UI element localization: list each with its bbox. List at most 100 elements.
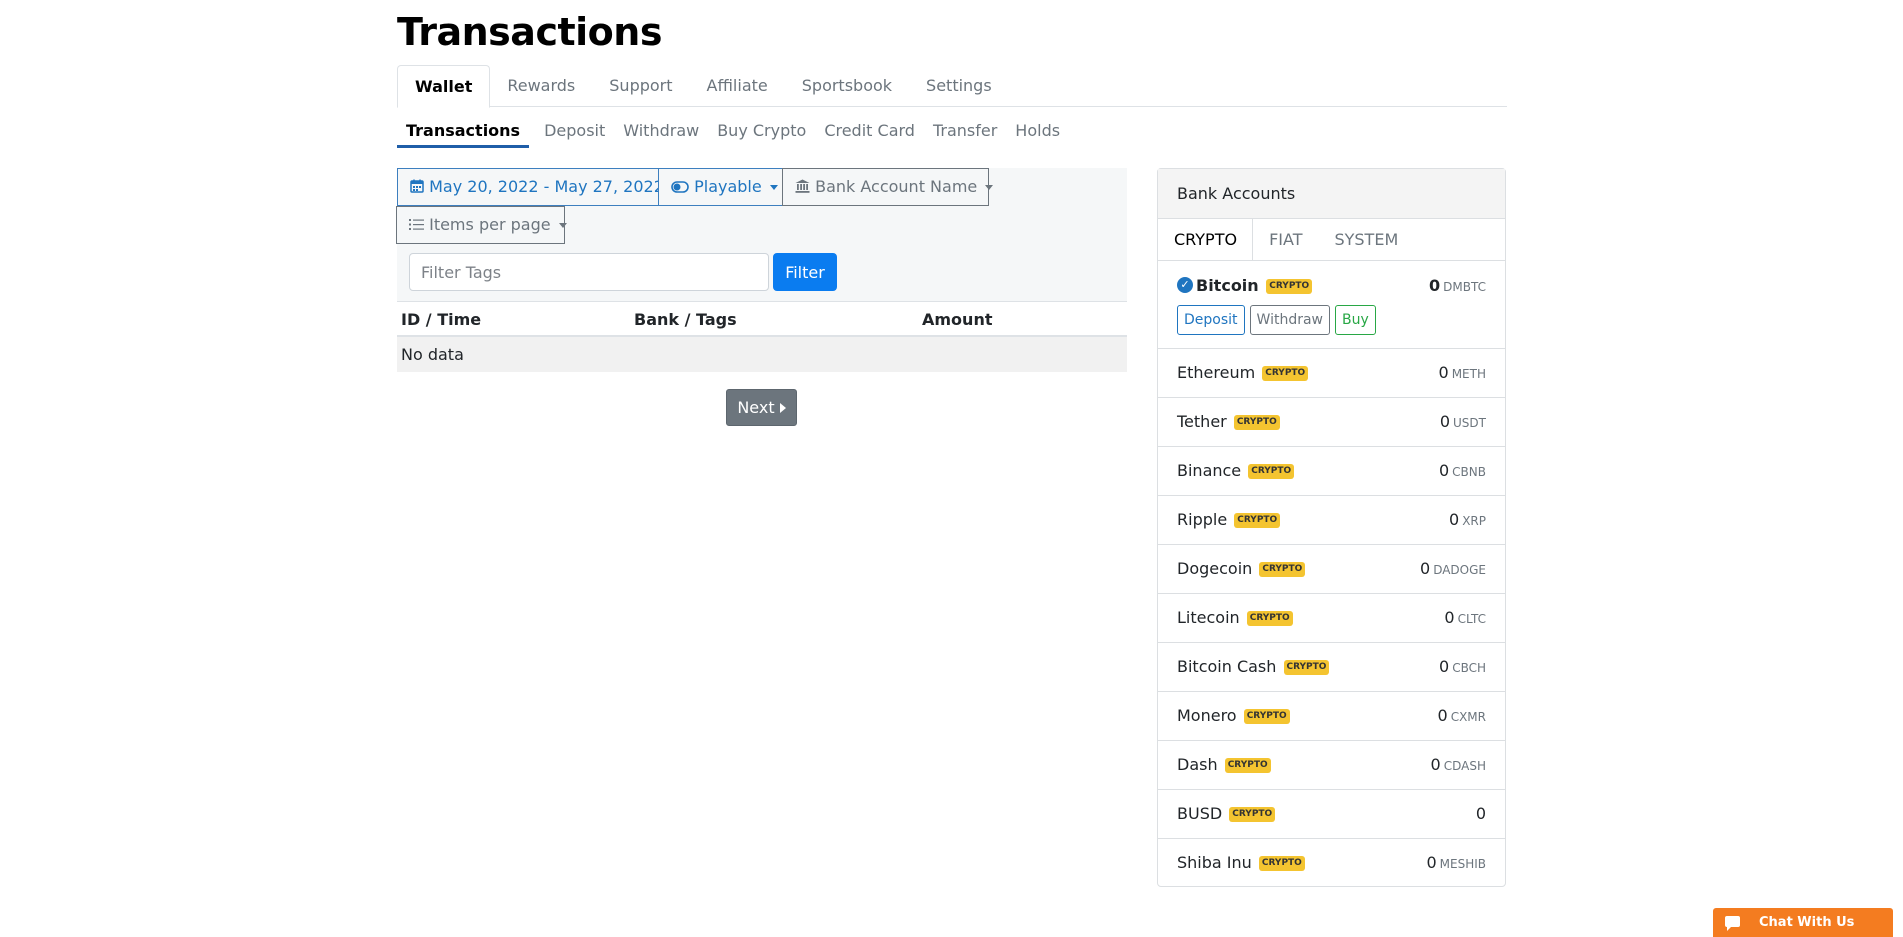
- tab-rewards[interactable]: Rewards: [490, 65, 592, 107]
- coin-row-binance[interactable]: Binance CRYPTO 0 CBNB: [1158, 447, 1505, 496]
- coin-unit: DADOGE: [1433, 563, 1486, 577]
- bank-account-dropdown[interactable]: Bank Account Name: [782, 168, 994, 206]
- coin-name: Binance: [1177, 461, 1242, 480]
- coin-amount: 0: [1439, 657, 1450, 676]
- coin-name: Tether: [1177, 412, 1227, 431]
- chat-widget-button[interactable]: Chat With Us: [1713, 908, 1893, 937]
- chat-bubble-icon: [1725, 916, 1740, 931]
- coin-row-bitcoin[interactable]: ✓ Bitcoin CRYPTO 0 DMBTC Deposit Withdraw…: [1158, 261, 1505, 349]
- tab-sportsbook[interactable]: Sportsbook: [785, 65, 909, 107]
- crypto-badge: CRYPTO: [1283, 660, 1330, 675]
- coin-amount: 0: [1429, 276, 1441, 295]
- coin-name: Shiba Inu: [1177, 853, 1252, 872]
- table-row: No data: [397, 337, 1127, 372]
- coin-unit: METH: [1451, 367, 1486, 381]
- chevron-down-icon: [985, 185, 994, 190]
- tab-support[interactable]: Support: [592, 65, 689, 107]
- crypto-badge: CRYPTO: [1246, 611, 1293, 626]
- filter-button[interactable]: Filter: [773, 253, 837, 291]
- coin-amount: 0: [1439, 412, 1451, 431]
- date-range-label: May 20, 2022 - May 27, 2022: [429, 177, 664, 196]
- coin-row-litecoin[interactable]: Litecoin CRYPTO 0 CLTC: [1158, 594, 1505, 643]
- coin-name: Monero: [1177, 706, 1237, 725]
- coin-name: BUSD: [1177, 804, 1223, 823]
- coin-amount: 0: [1449, 510, 1460, 529]
- items-per-page-label: Items per page: [429, 215, 551, 234]
- list-icon: [409, 219, 424, 230]
- subtab-transfer[interactable]: Transfer: [924, 118, 1006, 148]
- subtab-transactions[interactable]: Transactions: [397, 118, 530, 148]
- bank-accounts-card: Bank Accounts CRYPTO FIAT SYSTEM ✓ Bitco…: [1157, 168, 1506, 887]
- items-per-page-dropdown[interactable]: Items per page: [396, 206, 567, 244]
- next-button[interactable]: Next: [726, 389, 797, 426]
- subtab-credit-card[interactable]: Credit Card: [815, 118, 924, 148]
- subtab-deposit[interactable]: Deposit: [535, 118, 614, 148]
- tab-crypto[interactable]: CRYPTO: [1158, 219, 1254, 260]
- bank-accounts-tabs: CRYPTO FIAT SYSTEM: [1158, 219, 1505, 261]
- tab-wallet[interactable]: Wallet: [397, 65, 491, 108]
- tab-fiat[interactable]: FIAT: [1253, 219, 1318, 260]
- coin-unit: CDASH: [1443, 759, 1486, 773]
- coin-name: Ethereum: [1177, 363, 1256, 382]
- check-circle-icon: ✓: [1177, 277, 1193, 293]
- playable-dropdown[interactable]: Playable: [658, 168, 783, 206]
- coin-name: Dash: [1177, 755, 1218, 774]
- coin-row-tether[interactable]: Tether CRYPTO 0 USDT: [1158, 398, 1505, 447]
- coin-amount: 0: [1437, 706, 1448, 725]
- coin-row-busd[interactable]: BUSD CRYPTO 0: [1158, 790, 1505, 839]
- coin-row-bitcoin-cash[interactable]: Bitcoin Cash CRYPTO 0 CBCH: [1158, 643, 1505, 692]
- toggle-icon: [671, 181, 689, 193]
- coin-row-shiba-inu[interactable]: Shiba Inu CRYPTO 0 MESHIB: [1158, 839, 1505, 888]
- coin-amount: 0: [1438, 363, 1449, 382]
- coin-amount: 0: [1426, 853, 1437, 872]
- column-bank-tags: Bank / Tags: [634, 310, 737, 329]
- coin-amount: 0: [1444, 608, 1455, 627]
- crypto-badge: CRYPTO: [1258, 856, 1305, 871]
- coin-unit: XRP: [1462, 514, 1486, 528]
- coin-amount: 0: [1420, 559, 1431, 578]
- tab-affiliate[interactable]: Affiliate: [690, 65, 785, 107]
- coin-unit: USDT: [1453, 416, 1486, 430]
- bank-account-label: Bank Account Name: [815, 177, 978, 196]
- coin-row-ethereum[interactable]: Ethereum CRYPTO 0 METH: [1158, 349, 1505, 398]
- crypto-badge: CRYPTO: [1229, 807, 1276, 822]
- caret-right-icon: [779, 403, 786, 413]
- filter-tags-input[interactable]: [409, 253, 769, 291]
- crypto-badge: CRYPTO: [1234, 513, 1281, 528]
- calendar-icon: [410, 179, 424, 193]
- coin-name: Litecoin: [1177, 608, 1240, 627]
- coin-actions: Deposit Withdraw Buy: [1177, 305, 1376, 335]
- coin-row-monero[interactable]: Monero CRYPTO 0 CXMR: [1158, 692, 1505, 741]
- coin-unit: CLTC: [1457, 612, 1486, 626]
- playable-label: Playable: [694, 177, 762, 196]
- deposit-button[interactable]: Deposit: [1177, 305, 1245, 335]
- tab-system[interactable]: SYSTEM: [1318, 219, 1414, 260]
- date-range-dropdown[interactable]: May 20, 2022 - May 27, 2022: [397, 168, 680, 206]
- table-header: ID / Time Bank / Tags Amount: [397, 301, 1127, 337]
- bank-icon: [795, 179, 810, 193]
- empty-message: No data: [401, 345, 464, 364]
- chevron-down-icon: [558, 223, 567, 228]
- crypto-badge: CRYPTO: [1259, 562, 1306, 577]
- tab-settings[interactable]: Settings: [909, 65, 1009, 107]
- coin-unit: DMBTC: [1443, 280, 1486, 294]
- page-title: Transactions: [397, 10, 662, 54]
- sub-tabs: Transactions Deposit Withdraw Buy Crypto…: [397, 118, 1069, 148]
- subtab-buy-crypto[interactable]: Buy Crypto: [708, 118, 815, 148]
- coin-amount: 0: [1438, 461, 1450, 480]
- coin-name: Dogecoin: [1177, 559, 1253, 578]
- main-tabs: Wallet Rewards Support Affiliate Sportsb…: [397, 65, 1507, 108]
- coin-name: Ripple: [1177, 510, 1228, 529]
- subtab-holds[interactable]: Holds: [1006, 118, 1069, 148]
- buy-button[interactable]: Buy: [1335, 305, 1376, 335]
- coin-row-dogecoin[interactable]: Dogecoin CRYPTO 0 DADOGE: [1158, 545, 1505, 594]
- coin-row-ripple[interactable]: Ripple CRYPTO 0 XRP: [1158, 496, 1505, 545]
- filter-panel: May 20, 2022 - May 27, 2022 Playable Ban…: [396, 168, 1127, 301]
- coin-name: Bitcoin Cash: [1177, 657, 1277, 676]
- coin-unit: CBNB: [1452, 465, 1486, 479]
- coin-row-dash[interactable]: Dash CRYPTO 0 CDASH: [1158, 741, 1505, 790]
- coin-unit: CBCH: [1452, 661, 1486, 675]
- withdraw-button[interactable]: Withdraw: [1249, 305, 1330, 335]
- subtab-withdraw[interactable]: Withdraw: [614, 118, 708, 148]
- column-amount: Amount: [922, 310, 993, 329]
